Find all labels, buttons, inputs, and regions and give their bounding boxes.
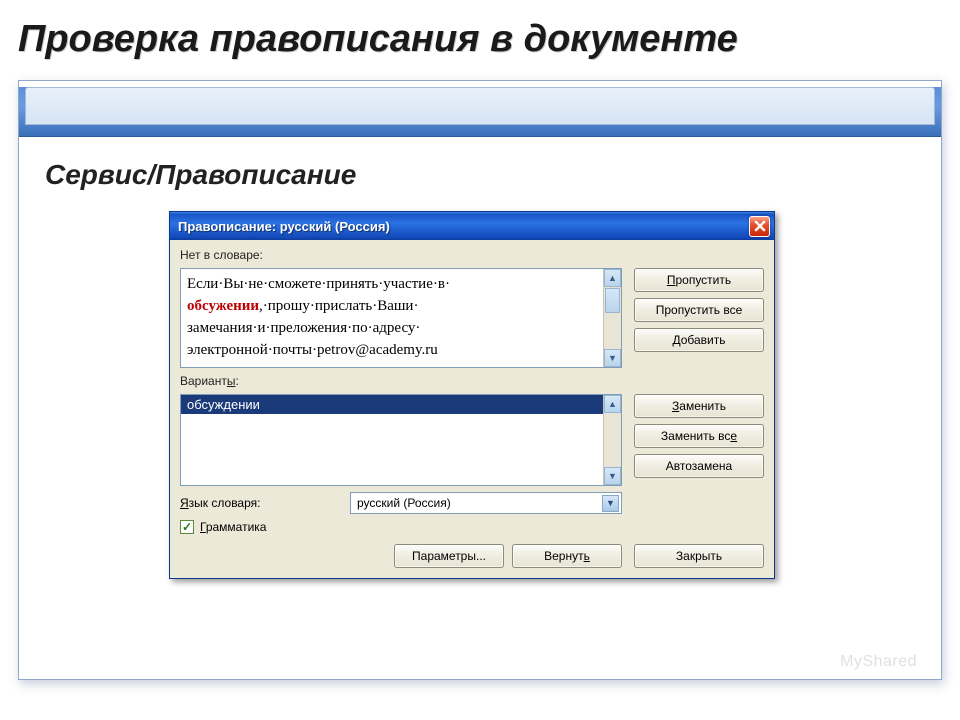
autoreplace-button[interactable]: Автозамена xyxy=(634,454,764,478)
not-in-dictionary-label: Нет в словаре: xyxy=(180,248,622,262)
language-combobox[interactable]: русский (Россия) ▼ xyxy=(350,492,622,514)
scroll-down-icon[interactable]: ▼ xyxy=(604,349,621,367)
suggestion-item[interactable]: обсуждении xyxy=(181,395,621,414)
dialog-title: Правописание: русский (Россия) xyxy=(178,219,749,234)
context-text-pre: Если·Вы·не·сможете·принять·участие·в· xyxy=(187,276,450,292)
add-button[interactable]: Добавить xyxy=(634,328,764,352)
misspelled-word: обсужении xyxy=(187,298,259,314)
language-value: русский (Россия) xyxy=(357,496,602,510)
slide-panel: Сервис/Правописание Правописание: русски… xyxy=(18,80,942,680)
scroll-track[interactable] xyxy=(604,287,621,349)
chevron-down-icon[interactable]: ▼ xyxy=(602,495,619,512)
skip-all-button[interactable]: Пропустить все xyxy=(634,298,764,322)
replace-all-button[interactable]: Заменить все xyxy=(634,424,764,448)
suggestions-listbox[interactable]: обсуждении ▲ ▼ xyxy=(180,394,622,486)
scroll-up-icon[interactable]: ▲ xyxy=(604,269,621,287)
skip-button[interactable]: Пропустить xyxy=(634,268,764,292)
textbox-scrollbar[interactable]: ▲ ▼ xyxy=(603,269,621,367)
undo-button[interactable]: Вернуть xyxy=(512,544,622,568)
context-text-post2: замечания·и·преложения·по·адресу· xyxy=(187,320,420,336)
dialog-body: Нет в словаре: Если·Вы·не·сможете·принят… xyxy=(170,240,774,578)
scroll-down-icon[interactable]: ▼ xyxy=(604,467,621,485)
menu-path-text: Сервис/Правописание xyxy=(19,137,941,191)
close-button[interactable]: Закрыть xyxy=(634,544,764,568)
error-context-textbox[interactable]: Если·Вы·не·сможете·принять·участие·в· об… xyxy=(180,268,622,368)
scroll-thumb[interactable] xyxy=(605,288,620,313)
panel-header-ribbon xyxy=(19,87,941,137)
variants-label: Варианты: xyxy=(180,374,622,388)
spellcheck-dialog: Правописание: русский (Россия) Нет в сло… xyxy=(169,211,775,579)
close-icon[interactable] xyxy=(749,216,770,237)
context-text-post1: ,·прошу·прислать·Ваши· xyxy=(259,298,418,314)
grammar-label: Грамматика xyxy=(200,520,266,534)
watermark-text: MyShared xyxy=(840,653,917,671)
scroll-track[interactable] xyxy=(604,413,621,467)
options-button[interactable]: Параметры... xyxy=(394,544,504,568)
scroll-up-icon[interactable]: ▲ xyxy=(604,395,621,413)
panel-header-inner xyxy=(25,87,935,125)
slide-title: Проверка правописания в документе xyxy=(0,0,960,61)
replace-button[interactable]: Заменить xyxy=(634,394,764,418)
dialog-titlebar[interactable]: Правописание: русский (Россия) xyxy=(170,212,774,240)
context-text-post3: электронной·почты·petrov@academy.ru xyxy=(187,342,438,358)
dictionary-language-label: Язык словаря: xyxy=(180,496,330,510)
listbox-scrollbar[interactable]: ▲ ▼ xyxy=(603,395,621,485)
grammar-checkbox[interactable]: ✓ xyxy=(180,520,194,534)
